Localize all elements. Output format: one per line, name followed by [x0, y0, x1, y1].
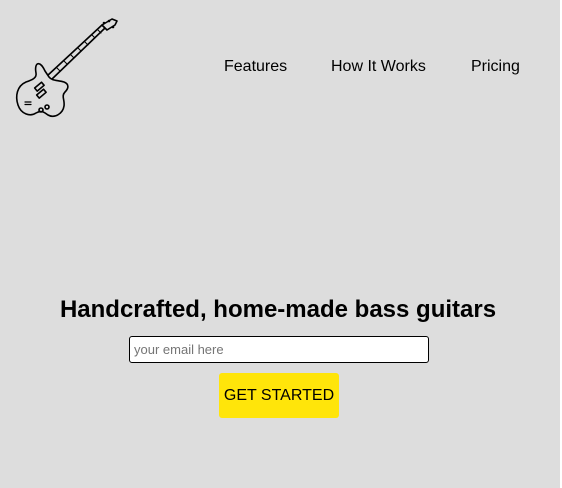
- nav-link-features[interactable]: Features: [224, 58, 287, 76]
- get-started-button[interactable]: GET STARTED: [219, 373, 339, 418]
- nav-link-pricing[interactable]: Pricing: [471, 58, 520, 76]
- nav-link-how-it-works[interactable]: How It Works: [331, 58, 426, 76]
- email-input[interactable]: [129, 336, 429, 363]
- landing-page: Features How It Works Pricing Handcrafte…: [0, 0, 560, 488]
- main-nav: Features How It Works Pricing: [0, 58, 560, 78]
- hero-heading: Handcrafted, home-made bass guitars: [59, 296, 497, 323]
